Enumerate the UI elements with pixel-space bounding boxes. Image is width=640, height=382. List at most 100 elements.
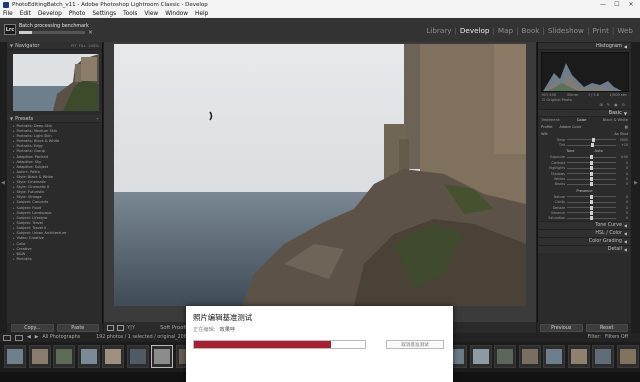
- slider-value[interactable]: 0.00: [618, 155, 628, 159]
- slider-knob[interactable]: [590, 171, 593, 176]
- menu-edit[interactable]: Edit: [20, 11, 31, 17]
- slider-knob[interactable]: [590, 155, 593, 160]
- paste-settings-button[interactable]: Paste: [56, 324, 99, 332]
- module-web[interactable]: Web: [616, 26, 634, 35]
- filmstrip-thumbnail[interactable]: [102, 345, 124, 368]
- profile-browser-icon[interactable]: ▦: [625, 125, 628, 129]
- slider-track[interactable]: [567, 166, 616, 171]
- menu-file[interactable]: File: [3, 11, 13, 17]
- slider-knob[interactable]: [590, 166, 593, 171]
- auto-tone-button[interactable]: Auto: [594, 149, 602, 153]
- slider-track[interactable]: [567, 171, 616, 176]
- filmstrip-thumbnail[interactable]: [28, 345, 51, 368]
- forward-arrow-icon[interactable]: ▶: [35, 335, 39, 340]
- filmstrip-thumbnail[interactable]: [616, 345, 639, 368]
- menu-photo[interactable]: Photo: [69, 11, 86, 17]
- slider-value[interactable]: 0: [618, 195, 628, 199]
- red-eye-tool-icon[interactable]: ◉: [614, 102, 618, 109]
- basic-header[interactable]: Basic ▼: [538, 109, 631, 117]
- nav-fit[interactable]: FIT: [71, 43, 77, 48]
- grid-view-icon[interactable]: [15, 334, 23, 341]
- slider-value[interactable]: 0: [618, 211, 628, 215]
- module-slideshow[interactable]: Slideshow: [547, 26, 585, 35]
- slider-value[interactable]: +10: [618, 143, 628, 147]
- treatment-bw[interactable]: Black & White: [603, 118, 628, 122]
- minimize-button[interactable]: —: [596, 0, 610, 9]
- module-book[interactable]: Book: [521, 26, 541, 35]
- add-preset-icon[interactable]: +: [96, 116, 99, 121]
- slider-value[interactable]: 0: [618, 161, 628, 165]
- wb-select[interactable]: As Shot: [614, 132, 628, 136]
- slider-value[interactable]: 0: [618, 166, 628, 170]
- secondary-window-icon[interactable]: [3, 334, 11, 341]
- slider-track[interactable]: [567, 210, 616, 215]
- before-after-icon[interactable]: [117, 324, 124, 331]
- slider-knob[interactable]: [590, 210, 593, 215]
- filmstrip-thumbnail[interactable]: [151, 345, 173, 368]
- slider-knob[interactable]: [590, 216, 593, 221]
- slider-value[interactable]: 0: [618, 182, 628, 186]
- slider-knob[interactable]: [590, 182, 593, 187]
- filmstrip-thumbnail[interactable]: [77, 345, 100, 368]
- nav-100[interactable]: 100%: [88, 43, 99, 48]
- maximize-button[interactable]: ☐: [610, 0, 624, 9]
- navigator-header[interactable]: ▼ Navigator FIT FILL 100%: [7, 42, 102, 50]
- slider-value[interactable]: 0: [618, 200, 628, 204]
- healing-tool-icon[interactable]: ✎: [607, 102, 610, 109]
- previous-button[interactable]: Previous: [540, 324, 583, 332]
- slider-track[interactable]: [567, 205, 616, 210]
- slider-knob[interactable]: [590, 200, 593, 205]
- filter-select[interactable]: Filters Off: [605, 335, 628, 340]
- crop-tool-icon[interactable]: ⊞: [599, 102, 602, 109]
- loupe-view-icon[interactable]: [107, 324, 114, 331]
- preset-item[interactable]: ▸ Video: Creative: [13, 236, 102, 241]
- slider-track[interactable]: [567, 216, 616, 221]
- close-window-button[interactable]: ✕: [624, 0, 638, 9]
- filmstrip-thumbnail[interactable]: [53, 345, 75, 368]
- slider-value[interactable]: 0: [618, 172, 628, 176]
- filmstrip-thumbnail[interactable]: [126, 345, 149, 368]
- photo-preview[interactable]: [114, 44, 526, 306]
- masking-tool-icon[interactable]: ⊙: [622, 102, 625, 109]
- menu-help[interactable]: Help: [195, 11, 208, 17]
- slider-track[interactable]: [567, 155, 616, 160]
- module-print[interactable]: Print: [591, 26, 610, 35]
- filmstrip-thumbnail[interactable]: [518, 345, 541, 368]
- slider-track[interactable]: [567, 160, 616, 165]
- module-develop[interactable]: Develop: [459, 26, 491, 35]
- slider-knob[interactable]: [590, 143, 594, 148]
- profile-select[interactable]: Adobe Color: [559, 125, 581, 129]
- back-arrow-icon[interactable]: ◀: [27, 335, 31, 340]
- histogram-header[interactable]: Histogram ◀: [538, 42, 631, 50]
- slider-value[interactable]: 5000: [618, 138, 628, 142]
- filmstrip-thumbnail[interactable]: [494, 345, 516, 368]
- filmstrip-thumbnail[interactable]: [469, 345, 492, 368]
- slider-track[interactable]: [567, 182, 616, 187]
- slider-knob[interactable]: [592, 137, 596, 142]
- menu-view[interactable]: View: [144, 11, 158, 17]
- filmstrip-source[interactable]: All Photographs: [42, 335, 80, 340]
- filmstrip-thumbnail[interactable]: [567, 345, 590, 368]
- navigator-preview[interactable]: [13, 54, 99, 111]
- right-panel-toggle-icon[interactable]: ▶: [634, 180, 638, 186]
- slider-knob[interactable]: [590, 205, 593, 210]
- slider-value[interactable]: 0: [618, 177, 628, 181]
- slider-knob[interactable]: [590, 177, 593, 182]
- filmstrip-thumbnail[interactable]: [4, 345, 26, 368]
- preset-group[interactable]: ▸ Portraits: [13, 257, 102, 262]
- slider-value[interactable]: 0: [618, 206, 628, 210]
- detail-header[interactable]: Detail ◀: [538, 245, 631, 254]
- slider-value[interactable]: 0: [618, 216, 628, 220]
- menu-window[interactable]: Window: [165, 11, 188, 17]
- slider-track[interactable]: [567, 200, 616, 205]
- slider-track[interactable]: [567, 177, 616, 182]
- slider-knob[interactable]: [590, 194, 593, 199]
- presets-header[interactable]: ▼ Presets +: [7, 115, 102, 123]
- tone-curve-header[interactable]: Tone Curve ◀: [538, 221, 631, 230]
- slider-track[interactable]: [567, 143, 616, 148]
- color-grading-header[interactable]: Color Grading ◀: [538, 237, 631, 246]
- module-map[interactable]: Map: [497, 26, 514, 35]
- left-panel-toggle-icon[interactable]: ◀: [1, 180, 5, 186]
- treatment-color[interactable]: Color: [577, 118, 586, 122]
- filmstrip-thumbnail[interactable]: [592, 345, 614, 368]
